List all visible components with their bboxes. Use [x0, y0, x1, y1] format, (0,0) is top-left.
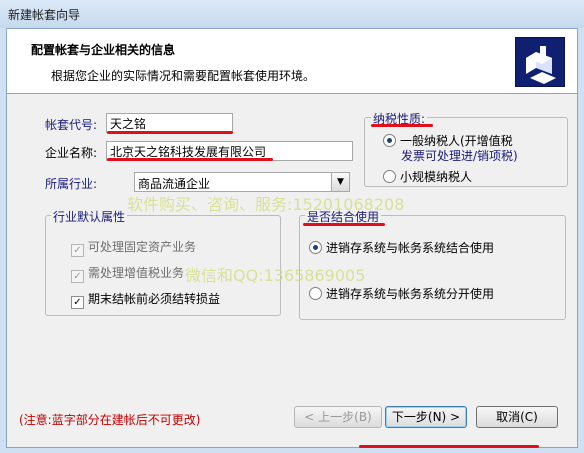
checkbox-checked-icon[interactable]: ✓ [71, 296, 84, 309]
wizard-logo-icon [515, 37, 565, 87]
profit-loss-label: 期末结帐前必须结转损益 [88, 292, 221, 306]
separate-radio[interactable]: 进销存系统与帐务系统分开使用 [309, 285, 494, 302]
cancel-button[interactable]: 取消(C) [476, 406, 558, 428]
window-titlebar: 新建帐套向导 [0, 0, 584, 28]
tax-small-label: 小规模纳税人 [400, 170, 473, 184]
prev-button: < 上一步(B) [294, 406, 382, 428]
checkbox-checked-icon: ✓ [71, 244, 84, 257]
vat-checkbox: ✓ 需处理增值税业务 [71, 264, 184, 283]
industry-select[interactable]: 商品流通企业 ▼ [134, 172, 350, 192]
wizard-dialog: 配置帐套与企业相关的信息 根据您企业的实际情况和需要配置帐套使用环境。 帐套代号… [6, 28, 578, 448]
tax-general-label: 一般纳税人(开增值税 [400, 134, 513, 148]
account-code-input[interactable]: 天之铭 [106, 113, 233, 133]
tax-small-radio[interactable]: 小规模纳税人 [383, 168, 472, 185]
account-code-label: 帐套代号: [45, 118, 98, 132]
wizard-header: 配置帐套与企业相关的信息 根据您企业的实际情况和需要配置帐套使用环境。 [7, 29, 577, 94]
industry-select-value: 商品流通企业 [138, 177, 211, 191]
annotation-underline [303, 223, 385, 226]
window-title: 新建帐套向导 [8, 8, 81, 22]
industry-label: 所属行业: [45, 177, 98, 191]
vat-label: 需处理增值税业务 [88, 266, 185, 280]
annotation-underline [107, 131, 233, 134]
radio-unselected-icon[interactable] [309, 287, 322, 300]
profit-loss-checkbox[interactable]: ✓ 期末结帐前必须结转损益 [71, 290, 220, 309]
checkbox-checked-icon: ✓ [71, 270, 84, 283]
annotation-underline [107, 158, 273, 161]
header-title: 配置帐套与企业相关的信息 [31, 43, 176, 57]
radio-selected-icon[interactable] [383, 134, 396, 147]
fixed-assets-checkbox: ✓ 可处理固定资产业务 [71, 238, 196, 257]
watermark-line2: 微信和QQ:1365869005 [185, 266, 366, 285]
footer-note: (注意:蓝字部分在建帐后不可更改) [19, 413, 201, 427]
fixed-assets-label: 可处理固定资产业务 [88, 240, 197, 254]
radio-selected-icon[interactable] [309, 241, 322, 254]
combine-radio[interactable]: 进销存系统与帐务系统结合使用 [309, 239, 494, 256]
industry-defaults-title: 行业默认属性 [51, 208, 128, 225]
company-name-label: 企业名称: [45, 146, 98, 160]
tax-general-label-line2: 发票可处理进/销项税) [401, 149, 518, 163]
chevron-down-icon[interactable]: ▼ [331, 173, 349, 191]
next-button[interactable]: 下一步(N) > [385, 406, 467, 428]
header-subtitle: 根据您企业的实际情况和需要配置帐套使用环境。 [51, 69, 316, 83]
separate-label: 进销存系统与帐务系统分开使用 [326, 287, 495, 301]
combine-label: 进销存系统与帐务系统结合使用 [326, 241, 495, 255]
radio-unselected-icon[interactable] [383, 170, 396, 183]
annotation-underline [371, 124, 433, 127]
annotation-underline [359, 445, 539, 448]
watermark-line1: 软件购买、咨询、服务:15201068208 [127, 195, 405, 214]
